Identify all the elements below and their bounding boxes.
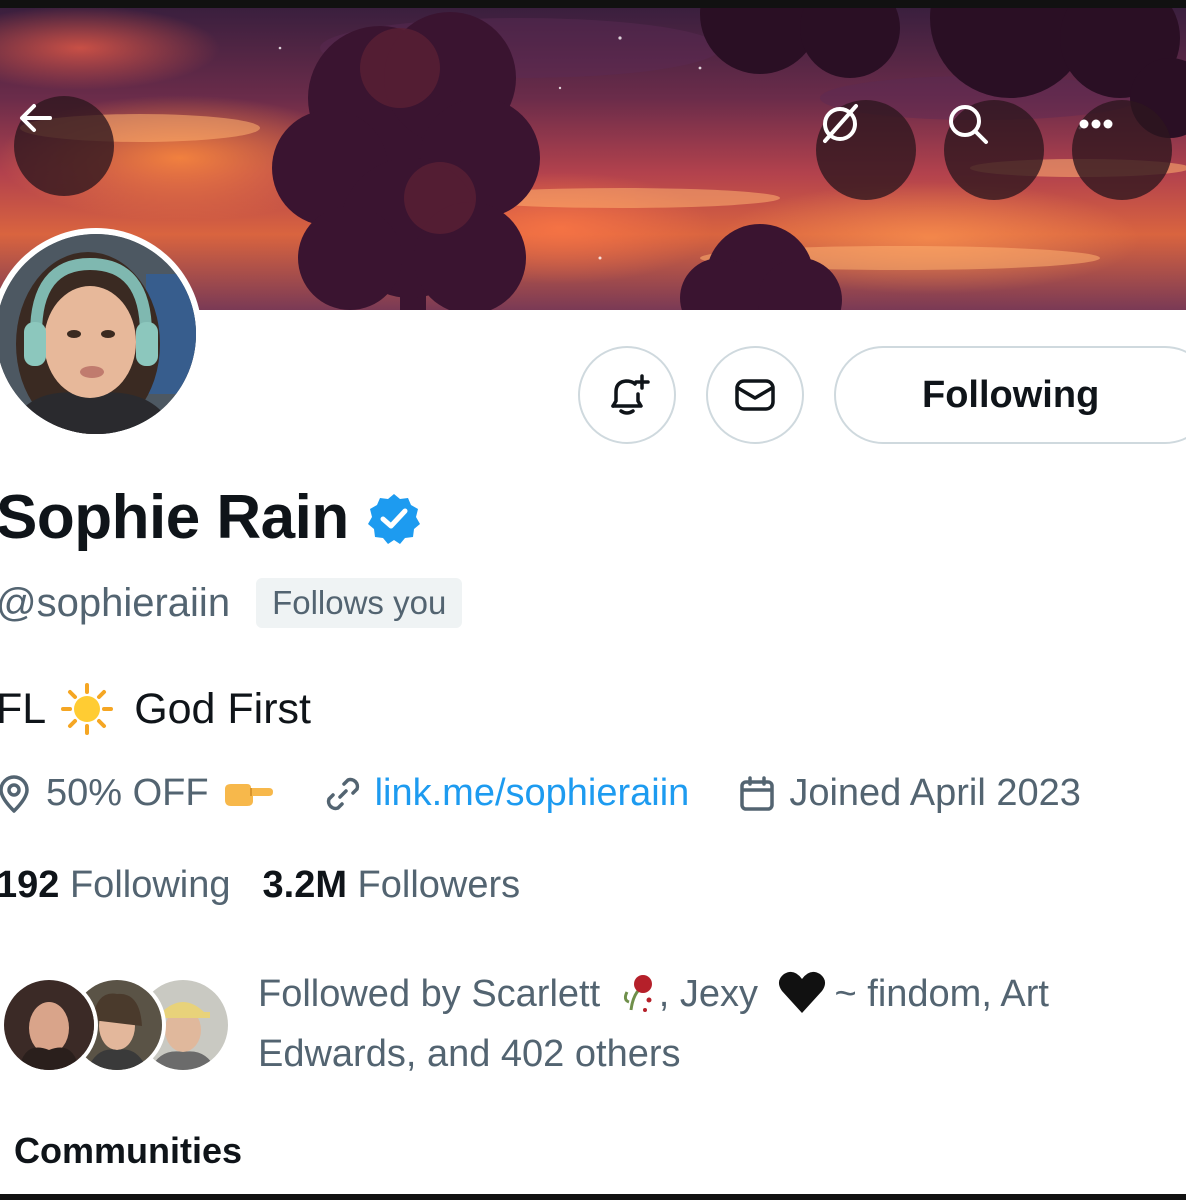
sun-emoji bbox=[61, 683, 114, 735]
avatar-portrait bbox=[0, 234, 196, 434]
bio-prefix: FL bbox=[0, 684, 47, 733]
followers-count: 3.2M bbox=[262, 864, 347, 906]
calendar-icon bbox=[740, 775, 775, 811]
follow-stats: 192 Following 3.2M Followers bbox=[0, 864, 520, 907]
followed-by-prefix: Followed by Scarlett bbox=[258, 973, 601, 1015]
followed-by-text[interactable]: Followed by Scarlett , Jexy ~ findom, Ar… bbox=[258, 964, 1168, 1084]
message-button[interactable] bbox=[706, 346, 804, 444]
user-handle: @sophieraiin bbox=[0, 580, 231, 625]
followed-by-avatars[interactable] bbox=[0, 976, 232, 1080]
followers-stat[interactable]: 3.2M Followers bbox=[263, 864, 521, 907]
following-button[interactable]: Following bbox=[834, 346, 1186, 444]
verified-badge-icon[interactable] bbox=[367, 491, 421, 545]
search-button[interactable] bbox=[944, 100, 1044, 200]
followed-by-suffix-2: Edwards, and 402 others bbox=[258, 1033, 681, 1075]
followed-by-suffix-1: ~ findom, Art bbox=[834, 973, 1049, 1015]
following-stat[interactable]: 192 Following bbox=[0, 864, 231, 907]
website-item[interactable]: link.me/sophieraiin bbox=[323, 772, 690, 815]
envelope-icon bbox=[735, 379, 775, 411]
notifications-button[interactable] bbox=[578, 346, 676, 444]
grok-button[interactable] bbox=[816, 100, 916, 200]
follower-avatar bbox=[0, 976, 98, 1074]
profile-banner bbox=[0, 8, 1186, 310]
arrow-left-icon bbox=[20, 104, 52, 132]
slashed-circle-icon bbox=[823, 104, 858, 143]
more-button[interactable] bbox=[1072, 100, 1172, 200]
location-pin-icon bbox=[0, 774, 29, 813]
back-button[interactable] bbox=[14, 96, 114, 196]
bell-plus-icon bbox=[611, 374, 650, 415]
bio-text: God First bbox=[134, 684, 311, 733]
more-horizontal-icon bbox=[1079, 119, 1113, 129]
black-heart-emoji bbox=[778, 971, 825, 1013]
followers-label: Followers bbox=[357, 864, 521, 906]
top-frame-edge bbox=[0, 0, 1186, 8]
avatar-photo bbox=[0, 234, 196, 434]
profile-avatar[interactable] bbox=[0, 228, 202, 440]
profile-bio: FL God First bbox=[0, 682, 311, 736]
followed-by-mid: , Jexy bbox=[658, 973, 758, 1015]
wilted-rose-emoji bbox=[623, 975, 652, 1012]
location-item: 50% OFF bbox=[0, 772, 277, 815]
following-label: Following bbox=[69, 864, 231, 906]
joined-item: Joined April 2023 bbox=[737, 772, 1081, 815]
location-text: 50% OFF bbox=[46, 772, 209, 814]
communities-heading: Communities bbox=[14, 1130, 243, 1171]
display-name: Sophie Rain bbox=[0, 483, 349, 552]
following-count: 192 bbox=[0, 864, 60, 906]
pointing-hand-emoji bbox=[224, 783, 273, 806]
link-icon bbox=[326, 777, 359, 810]
handle-row: @sophieraiin Follows you bbox=[0, 578, 463, 628]
joined-date: Joined April 2023 bbox=[789, 772, 1081, 814]
profile-meta: 50% OFF link.me/sophieraiin Joined April… bbox=[0, 772, 1081, 815]
name-row: Sophie Rain bbox=[0, 482, 421, 553]
website-link[interactable]: link.me/sophieraiin bbox=[375, 772, 690, 815]
follows-you-badge: Follows you bbox=[256, 578, 463, 628]
search-icon bbox=[949, 105, 988, 144]
bottom-frame-edge bbox=[0, 1194, 1186, 1200]
